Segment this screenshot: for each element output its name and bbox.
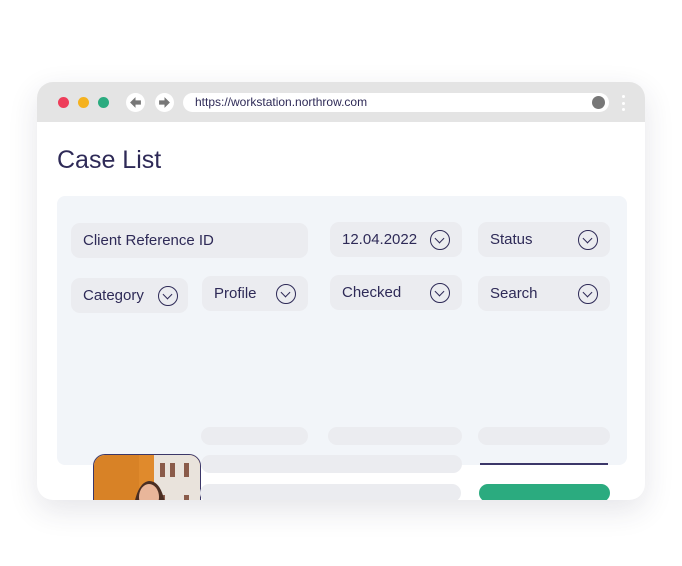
category-dropdown[interactable]: Category <box>71 278 188 313</box>
profile-photo <box>93 454 201 500</box>
success-bar <box>479 484 610 500</box>
more-menu-icon[interactable] <box>622 95 625 111</box>
url-text: https://workstation.northrow.com <box>195 95 368 109</box>
chevron-down-icon <box>430 282 450 303</box>
forward-button[interactable] <box>155 93 174 112</box>
browser-window: https://workstation.northrow.com Case Li… <box>37 82 645 500</box>
status-dropdown[interactable]: Status <box>478 222 610 257</box>
client-reference-placeholder: Client Reference ID <box>83 232 214 249</box>
arrow-left-icon <box>130 97 141 108</box>
chevron-down-icon <box>578 229 598 250</box>
client-reference-input[interactable]: Client Reference ID <box>71 223 308 258</box>
page-title: Case List <box>57 146 162 174</box>
profile-dropdown[interactable]: Profile <box>202 276 308 311</box>
search-dropdown[interactable]: Search <box>478 276 610 311</box>
case-panel: Client Reference ID 12.04.2022 Status Ca… <box>57 196 627 500</box>
date-value: 12.04.2022 <box>342 231 418 248</box>
checked-label: Checked <box>342 284 402 301</box>
skeleton-bar <box>201 427 308 445</box>
arrow-right-icon <box>159 97 170 108</box>
browser-toolbar: https://workstation.northrow.com <box>37 82 645 122</box>
category-label: Category <box>83 287 144 304</box>
status-label: Status <box>490 231 533 248</box>
chevron-down-icon <box>158 285 178 306</box>
skeleton-bar <box>478 427 610 445</box>
maximize-window-button[interactable] <box>98 97 109 108</box>
checked-dropdown[interactable]: Checked <box>330 275 462 310</box>
search-icon[interactable] <box>592 96 605 109</box>
skeleton-bar <box>201 455 462 473</box>
divider-line <box>480 463 608 465</box>
close-window-button[interactable] <box>58 97 69 108</box>
address-bar[interactable]: https://workstation.northrow.com <box>183 93 609 112</box>
skeleton-bar <box>200 484 461 500</box>
chevron-down-icon <box>276 283 296 304</box>
chevron-down-icon <box>430 229 450 250</box>
search-label: Search <box>490 285 538 302</box>
chevron-down-icon <box>578 283 598 304</box>
profile-label: Profile <box>214 285 257 302</box>
date-dropdown[interactable]: 12.04.2022 <box>330 222 462 257</box>
skeleton-bar <box>328 427 462 445</box>
minimize-window-button[interactable] <box>78 97 89 108</box>
back-button[interactable] <box>126 93 145 112</box>
